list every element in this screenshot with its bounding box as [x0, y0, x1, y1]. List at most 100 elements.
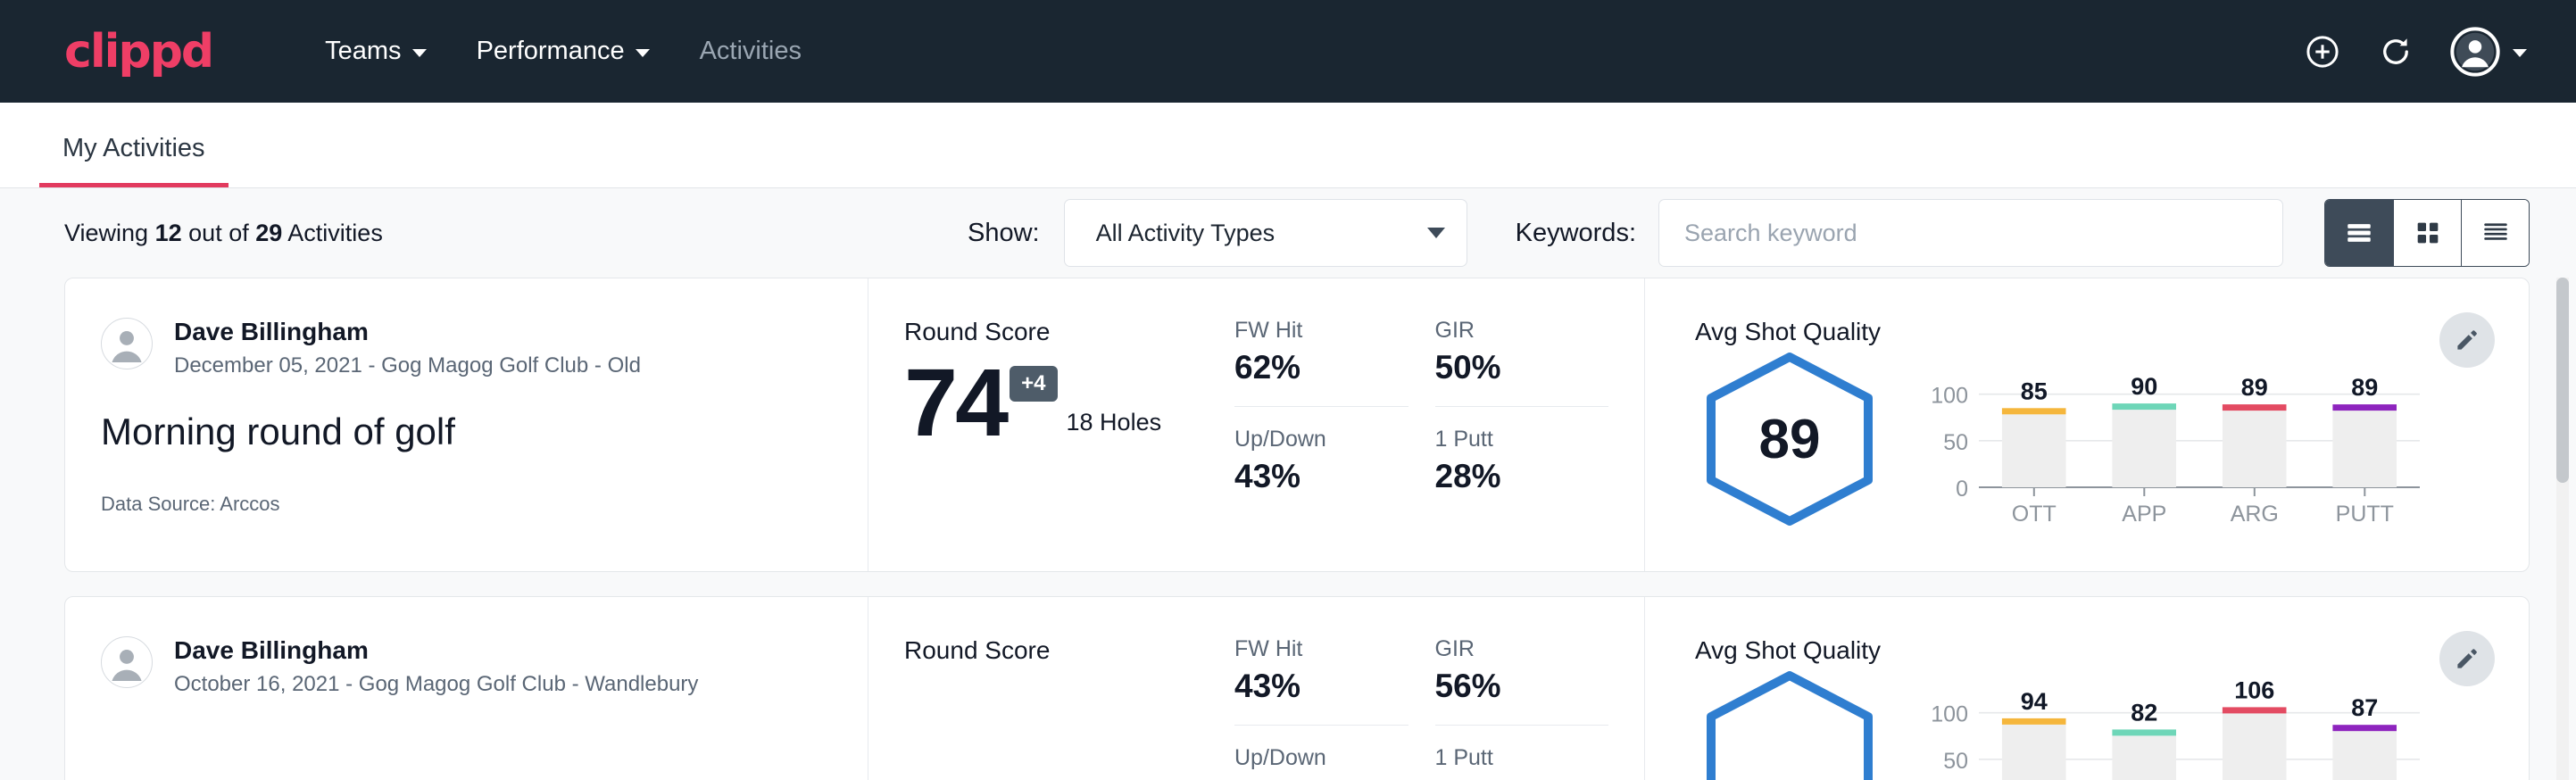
account-menu[interactable]: [2450, 27, 2527, 77]
quality-score-value: 89: [1695, 350, 1884, 528]
viewing-middle: out of: [188, 220, 249, 246]
activity-meta: October 16, 2021 - Gog Magog Golf Club -…: [174, 672, 698, 697]
shot-quality-chart: 05010094OTT82APP106ARG87PUTT: [1918, 668, 2427, 780]
activity-data-source: Data Source: Arccos: [101, 493, 825, 516]
activity-list: Dave Billingham December 05, 2021 - Gog …: [0, 278, 2576, 780]
chevron-down-icon: [412, 49, 427, 57]
round-score-label: Round Score: [904, 318, 1234, 346]
chevron-down-icon: [1427, 228, 1445, 238]
avatar: [101, 318, 153, 369]
quality-score-value: [1695, 668, 1884, 780]
scrollbar-thumb[interactable]: [2556, 278, 2569, 483]
shot-quality-chart: 05010085OTT90APP89ARG89PUTT: [1918, 350, 2427, 533]
svg-text:OTT: OTT: [2012, 502, 2057, 527]
author-name: Dave Billingham: [174, 636, 698, 665]
avg-shot-quality-block: Avg Shot Quality 89 05010085OTT90APP89AR…: [1645, 278, 2529, 571]
stat-label: Up/Down: [1234, 427, 1408, 452]
compact-view-button[interactable]: [2461, 200, 2529, 266]
author-name: Dave Billingham: [174, 318, 641, 346]
activity-card[interactable]: Dave Billingham December 05, 2021 - Gog …: [64, 278, 2530, 572]
stat-label: Up/Down: [1234, 745, 1408, 771]
svg-text:0: 0: [1956, 477, 1968, 502]
nav-actions: [2304, 27, 2527, 77]
nav-item-activities[interactable]: Activities: [675, 28, 827, 75]
viewing-summary: Viewing 12 out of 29 Activities: [64, 220, 383, 247]
stat-up-down: Up/Down: [1234, 726, 1408, 776]
svg-text:87: 87: [2351, 694, 2378, 721]
activity-type-value: All Activity Types: [1096, 220, 1276, 247]
primary-nav: Teams Performance Activities: [300, 28, 827, 75]
nav-item-label: Performance: [477, 37, 625, 66]
avg-shot-quality-block: Avg Shot Quality 05010094OTT82APP106ARG8…: [1645, 597, 2529, 780]
view-mode-toggle: [2324, 199, 2530, 267]
filter-bar: Viewing 12 out of 29 Activities Show: Al…: [0, 188, 2576, 278]
round-stats-block: FW Hit 43% GIR 56% Up/Down 1 Putt: [1234, 597, 1645, 780]
stat-gir: GIR 50%: [1435, 318, 1609, 407]
svg-text:PUTT: PUTT: [2336, 502, 2394, 527]
stat-label: 1 Putt: [1435, 427, 1609, 452]
svg-text:89: 89: [2351, 374, 2378, 401]
stat-one-putt: 1 Putt 28%: [1435, 407, 1609, 495]
round-stats-block: FW Hit 62% GIR 50% Up/Down 43% 1 Putt 28…: [1234, 278, 1645, 571]
svg-text:89: 89: [2241, 374, 2268, 401]
round-score-label: Round Score: [904, 636, 1234, 665]
activity-author: Dave Billingham December 05, 2021 - Gog …: [101, 318, 825, 378]
vertical-scrollbar[interactable]: [2556, 278, 2569, 780]
activity-summary: Dave Billingham December 05, 2021 - Gog …: [65, 278, 868, 571]
svg-text:82: 82: [2131, 699, 2157, 726]
svg-text:85: 85: [2021, 378, 2048, 404]
add-icon[interactable]: [2304, 33, 2341, 71]
activity-meta: December 05, 2021 - Gog Magog Golf Club …: [174, 353, 641, 378]
activity-card[interactable]: Dave Billingham October 16, 2021 - Gog M…: [64, 596, 2530, 780]
quality-hexagon: 89: [1695, 350, 1884, 528]
keywords-label: Keywords:: [1516, 219, 1636, 248]
viewing-total: 29: [255, 220, 282, 246]
stat-fw-hit: FW Hit 43%: [1234, 636, 1408, 726]
app-logo[interactable]: clippd: [64, 25, 212, 79]
stat-value: 50%: [1435, 349, 1609, 386]
person-icon: [102, 318, 152, 369]
round-score-value: 74: [904, 357, 1006, 449]
chevron-down-icon: [2513, 49, 2527, 57]
stat-value: 28%: [1435, 458, 1609, 495]
nav-item-teams[interactable]: Teams: [300, 28, 451, 75]
tab-my-activities[interactable]: My Activities: [39, 134, 229, 187]
account-icon: [2450, 27, 2500, 77]
svg-text:APP: APP: [2122, 502, 2166, 527]
stat-label: FW Hit: [1234, 318, 1408, 344]
viewing-count: 12: [155, 220, 182, 246]
edit-activity-button[interactable]: [2439, 631, 2495, 686]
chevron-down-icon: [636, 49, 650, 57]
svg-text:50: 50: [1943, 749, 1968, 774]
stat-value: 43%: [1234, 668, 1408, 705]
stat-label: FW Hit: [1234, 636, 1408, 662]
refresh-icon[interactable]: [2377, 33, 2414, 71]
svg-text:50: 50: [1943, 430, 1968, 455]
round-score-block: Round Score: [868, 597, 1234, 780]
nav-item-label: Teams: [325, 37, 401, 66]
edit-activity-button[interactable]: [2439, 312, 2495, 368]
stat-one-putt: 1 Putt: [1435, 726, 1609, 776]
search-input[interactable]: [1658, 199, 2283, 267]
round-score-block: Round Score 74 +4 18 Holes: [868, 278, 1234, 571]
viewing-prefix: Viewing: [64, 220, 148, 246]
grid-view-button[interactable]: [2393, 200, 2461, 266]
list-view-button[interactable]: [2325, 200, 2393, 266]
activity-summary: Dave Billingham October 16, 2021 - Gog M…: [65, 597, 868, 780]
holes-played: 18 Holes: [1067, 409, 1162, 436]
tab-strip: My Activities: [0, 103, 2576, 188]
stat-label: GIR: [1435, 636, 1609, 662]
nav-item-performance[interactable]: Performance: [452, 28, 675, 75]
stat-label: GIR: [1435, 318, 1609, 344]
filter-controls: Show: All Activity Types Keywords:: [968, 199, 2530, 267]
viewing-suffix: Activities: [287, 220, 383, 246]
show-label: Show:: [968, 219, 1040, 248]
stat-value: 62%: [1234, 349, 1408, 386]
svg-text:90: 90: [2131, 373, 2157, 400]
person-icon: [102, 636, 152, 688]
svg-text:100: 100: [1931, 384, 1968, 409]
nav-item-label: Activities: [700, 37, 802, 66]
score-to-par-badge: +4: [1010, 366, 1057, 402]
stat-gir: GIR 56%: [1435, 636, 1609, 726]
activity-type-select[interactable]: All Activity Types: [1064, 199, 1467, 267]
